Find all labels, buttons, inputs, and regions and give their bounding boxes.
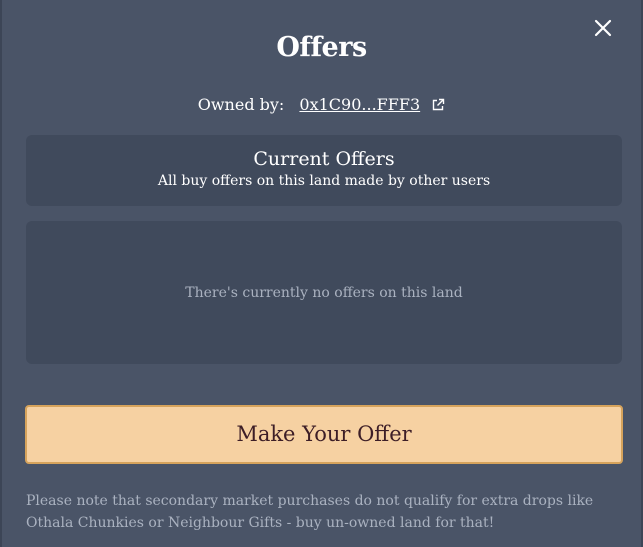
owner-row: Owned by: 0x1C90...FFF3 bbox=[2, 95, 641, 114]
secondary-market-note: Please note that secondary market purcha… bbox=[26, 493, 594, 531]
current-offers-subtitle: All buy offers on this land made by othe… bbox=[157, 173, 491, 189]
current-offers-title: Current Offers bbox=[253, 148, 395, 170]
owner-address-link[interactable]: 0x1C90...FFF3 bbox=[299, 95, 420, 114]
modal-title: Offers bbox=[276, 32, 367, 63]
make-offer-button[interactable]: Make Your Offer bbox=[25, 405, 623, 464]
offers-modal: Offers Owned by: 0x1C90...FFF3 Current O… bbox=[0, 0, 643, 547]
offers-list: There's currently no offers on this land bbox=[26, 221, 622, 364]
external-link-icon[interactable] bbox=[431, 98, 445, 112]
empty-offers-message: There's currently no offers on this land bbox=[185, 285, 463, 301]
current-offers-header: Current Offers All buy offers on this la… bbox=[26, 135, 622, 206]
owned-by-label: Owned by: bbox=[197, 95, 285, 114]
